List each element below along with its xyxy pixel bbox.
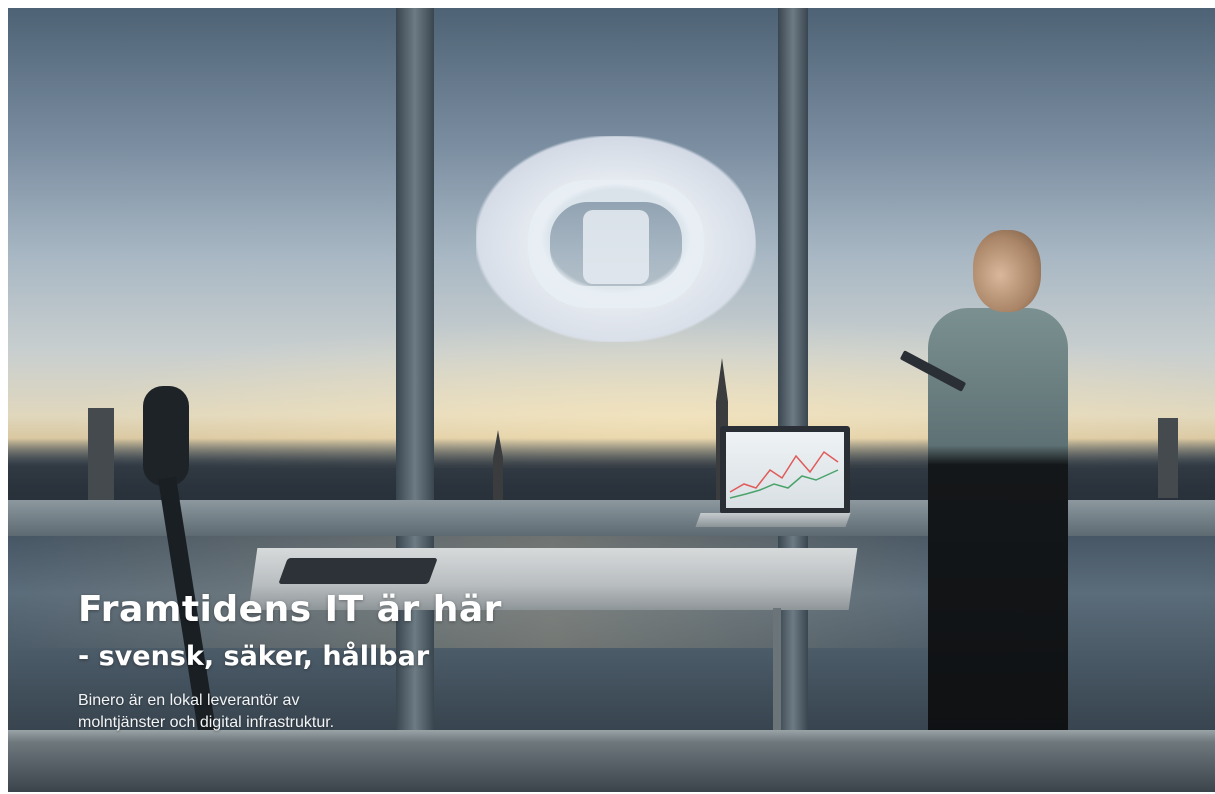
window-frame-right <box>778 8 808 792</box>
hero-description-line-1: Binero är en lokal leverantör av <box>78 692 300 709</box>
window-sill <box>8 730 1215 792</box>
hero-banner: Framtidens IT är här - svensk, säker, hå… <box>8 8 1215 792</box>
office-chair <box>143 386 189 486</box>
cloud-logo-square <box>583 210 649 284</box>
hero-title: Framtidens IT är här <box>78 589 502 630</box>
right-tower <box>1158 418 1178 498</box>
keyboard <box>278 558 438 584</box>
laptop-screen <box>726 432 844 508</box>
laptop-base <box>695 513 851 527</box>
city-hall-tower <box>88 408 114 503</box>
woman-head <box>973 230 1041 312</box>
hero-copy: Framtidens IT är här - svensk, säker, hå… <box>78 588 698 734</box>
chart-icon <box>729 450 839 499</box>
hero-subtitle: - svensk, säker, hållbar <box>78 641 430 672</box>
laptop <box>720 426 850 514</box>
hero-description-line-2: molntjänster och digital infrastruktur. <box>78 714 335 731</box>
hero-description: Binero är en lokal leverantör av molntjä… <box>78 690 478 734</box>
